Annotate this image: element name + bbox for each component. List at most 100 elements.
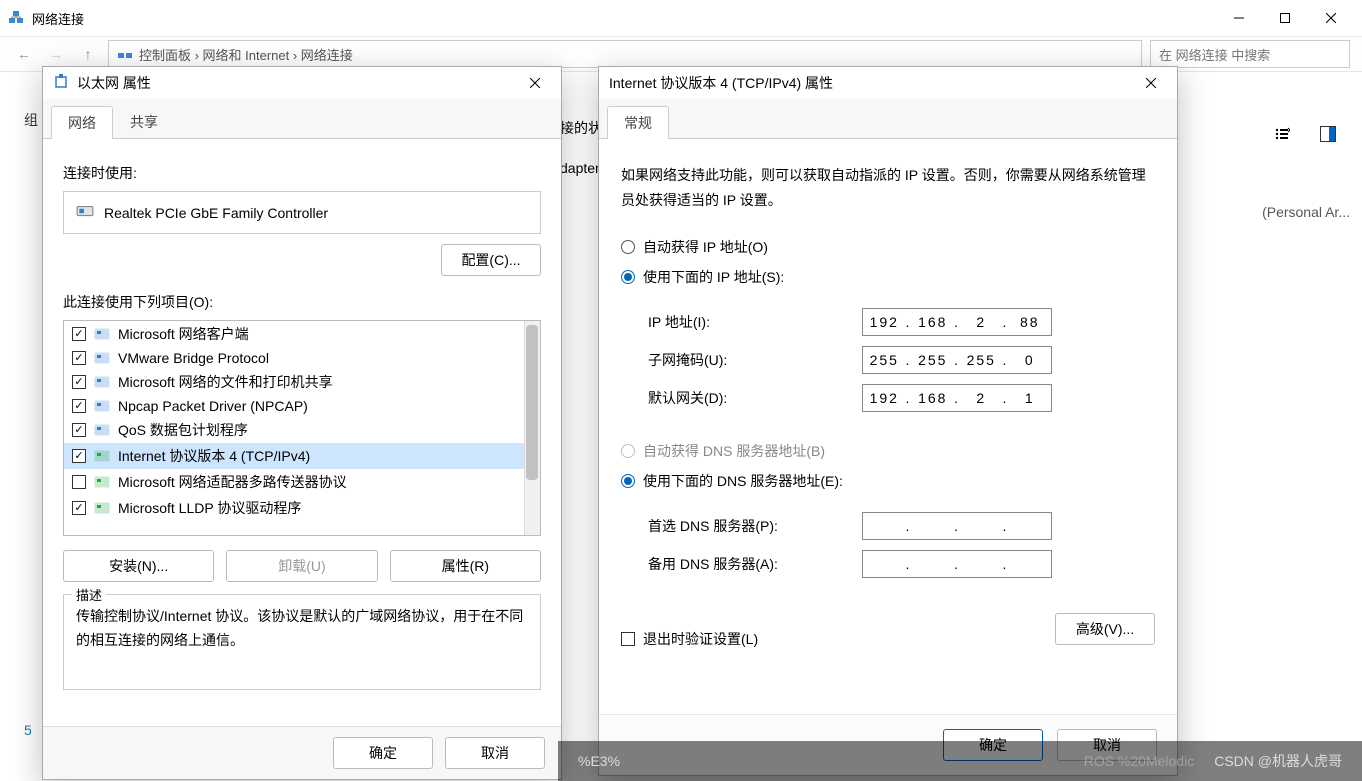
protocol-icon [94,399,110,413]
radio-auto-dns-label: 自动获得 DNS 服务器地址(B) [643,441,825,461]
preview-pane-button[interactable] [1314,120,1342,148]
search-placeholder: 在 网络连接 中搜索 [1159,45,1270,64]
ip-octet[interactable]: 168 [912,390,955,406]
tab-general[interactable]: 常规 [607,106,669,139]
checkbox-icon[interactable] [72,327,86,341]
radio-auto-ip-label: 自动获得 IP 地址(O) [643,237,768,257]
uninstall-button[interactable]: 卸载(U) [226,550,377,582]
ip-octet[interactable]: 255 [960,352,1003,368]
radio-icon [621,240,635,254]
ipv4-dialog-title: Internet 协议版本 4 (TCP/IPv4) 属性 [609,73,1135,93]
list-item[interactable]: VMware Bridge Protocol [64,347,540,369]
radio-auto-ip[interactable]: 自动获得 IP 地址(O) [621,237,1155,257]
breadcrumb[interactable]: 控制面板 › 网络和 Internet › 网络连接 [108,40,1142,68]
dns2-label: 备用 DNS 服务器(A): [648,554,848,574]
protocol-icon [94,501,110,515]
gateway-label: 默认网关(D): [648,388,848,408]
ip-address-input[interactable]: 192.168.2.88 [862,308,1052,336]
list-item-label: Npcap Packet Driver (NPCAP) [118,398,308,414]
subnet-mask-input[interactable]: 255.255.255.0 [862,346,1052,374]
validate-label: 退出时验证设置(L) [643,629,758,649]
list-item-label: Microsoft 网络客户端 [118,324,249,344]
ipv4-tabs: 常规 [599,99,1177,139]
eth-ok-button[interactable]: 确定 [333,737,433,769]
protocol-list[interactable]: Microsoft 网络客户端VMware Bridge ProtocolMic… [63,320,541,536]
search-input[interactable]: 在 网络连接 中搜索 [1150,40,1350,68]
back-button[interactable]: ← [12,46,36,62]
ip-octet[interactable]: 192 [863,390,906,406]
install-button[interactable]: 安装(N)... [63,550,214,582]
watermark-right: CSDN @机器人虎哥 [1214,753,1342,769]
ip-octet[interactable]: 255 [863,352,906,368]
description-box: 描述 传输控制协议/Internet 协议。该协议是默认的广域网络协议，用于在不… [63,594,541,690]
adapter-display: Realtek PCIe GbE Family Controller [63,191,541,234]
ip-octet[interactable]: 1 [1009,390,1052,406]
dns1-label: 首选 DNS 服务器(P): [648,516,848,536]
up-button[interactable]: ↑ [76,46,100,62]
checkbox-icon [621,632,635,646]
list-item[interactable]: QoS 数据包计划程序 [64,417,540,443]
checkbox-icon[interactable] [72,449,86,463]
dot-separator: . [1003,518,1009,534]
list-item[interactable]: Internet 协议版本 4 (TCP/IPv4) [64,443,540,469]
checkbox-icon[interactable] [72,475,86,489]
ip-octet[interactable]: 192 [863,314,906,330]
ip-octet[interactable]: 255 [912,352,955,368]
minimize-button[interactable] [1216,2,1262,34]
dot-separator: . [906,556,912,572]
ip-octet[interactable]: 168 [912,314,955,330]
description-text: 传输控制协议/Internet 协议。该协议是默认的广域网络协议，用于在不同的相… [76,608,523,648]
radio-auto-dns: 自动获得 DNS 服务器地址(B) [621,441,1155,461]
list-item[interactable]: Npcap Packet Driver (NPCAP) [64,395,540,417]
ip-octet[interactable]: 2 [960,314,1003,330]
connect-using-label: 连接时使用: [63,163,541,183]
list-item[interactable]: Microsoft 网络客户端 [64,321,540,347]
list-scrollbar[interactable] [524,321,540,535]
radio-manual-ip[interactable]: 使用下面的 IP 地址(S): [621,267,1155,287]
validate-checkbox[interactable]: 退出时验证设置(L) [621,629,758,649]
list-item-label: QoS 数据包计划程序 [118,420,248,440]
ethernet-properties-dialog: 以太网 属性 网络 共享 连接时使用: Realtek PCIe GbE Fam… [42,66,562,780]
radio-icon [621,444,635,458]
truncated-right-text: (Personal Ar... [1262,204,1350,220]
tab-share[interactable]: 共享 [113,105,175,138]
dns2-input[interactable]: ... [862,550,1052,578]
radio-manual-dns-label: 使用下面的 DNS 服务器地址(E): [643,471,843,491]
forward-button[interactable]: → [44,46,68,62]
properties-button[interactable]: 属性(R) [390,550,541,582]
ip-octet[interactable]: 88 [1009,314,1052,330]
advanced-button[interactable]: 高级(V)... [1055,613,1155,645]
eth-cancel-button[interactable]: 取消 [445,737,545,769]
view-options-button[interactable] [1268,120,1296,148]
checkbox-icon[interactable] [72,501,86,515]
item-count: 5 [24,722,32,738]
hidden-text-adapter: dapter [560,160,600,176]
ip-octet[interactable]: 0 [1009,352,1052,368]
main-titlebar: 网络连接 [0,0,1362,36]
radio-manual-ip-label: 使用下面的 IP 地址(S): [643,267,784,287]
ip-octet[interactable]: 2 [960,390,1003,406]
maximize-button[interactable] [1262,2,1308,34]
gateway-input[interactable]: 192.168.2.1 [862,384,1052,412]
dot-separator: . [1003,556,1009,572]
checkbox-icon[interactable] [72,399,86,413]
ipv4-close-button[interactable] [1135,69,1167,97]
tab-network[interactable]: 网络 [51,106,113,139]
truncated-label: 组 [24,110,38,130]
list-item[interactable]: Microsoft 网络的文件和打印机共享 [64,369,540,395]
checkbox-icon[interactable] [72,351,86,365]
dns1-input[interactable]: ... [862,512,1052,540]
list-item[interactable]: Microsoft 网络适配器多路传送器协议 [64,469,540,495]
protocol-icon [94,423,110,437]
ipv4-intro-text: 如果网络支持此功能，则可以获取自动指派的 IP 设置。否则，你需要从网络系统管理… [621,163,1155,213]
list-item[interactable]: Microsoft LLDP 协议驱动程序 [64,495,540,521]
list-item-label: Internet 协议版本 4 (TCP/IPv4) [118,446,310,466]
checkbox-icon[interactable] [72,375,86,389]
dot-separator: . [954,556,960,572]
close-button[interactable] [1308,2,1354,34]
eth-close-button[interactable] [519,69,551,97]
radio-manual-dns[interactable]: 使用下面的 DNS 服务器地址(E): [621,471,1155,491]
checkbox-icon[interactable] [72,423,86,437]
configure-button[interactable]: 配置(C)... [441,244,541,276]
protocol-icon [94,327,110,341]
